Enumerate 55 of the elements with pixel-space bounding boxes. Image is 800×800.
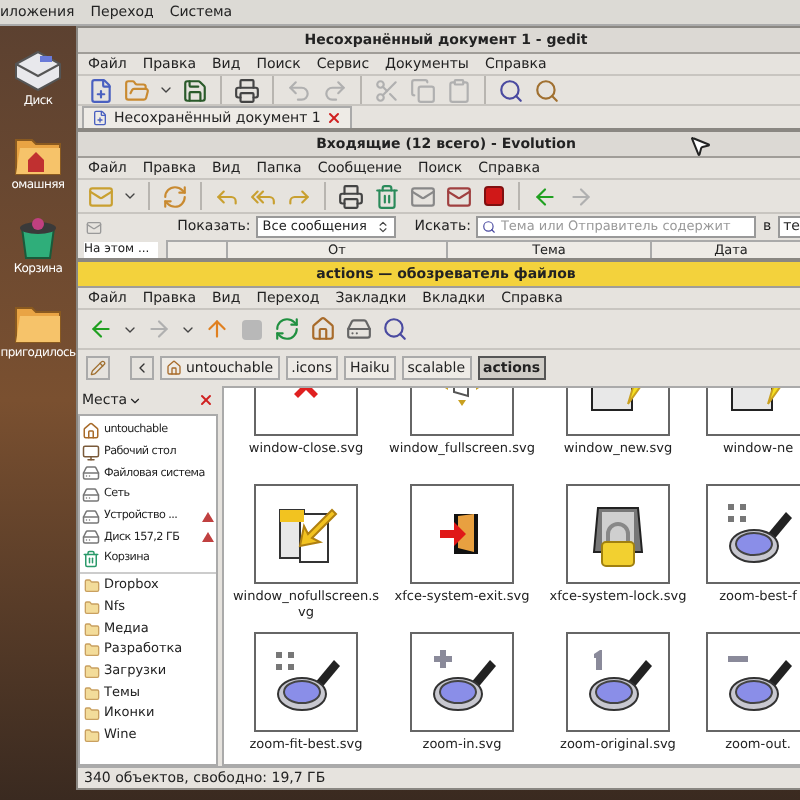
- caret-icon[interactable]: [158, 82, 174, 98]
- folder-icon: [84, 642, 100, 659]
- drive-icon: [82, 528, 100, 547]
- drive-icon[interactable]: [12, 48, 64, 92]
- folder-icon: [84, 706, 100, 723]
- caret-icon: [127, 393, 142, 407]
- edit-location-icon[interactable]: [86, 356, 110, 380]
- printer-icon[interactable]: [232, 75, 262, 105]
- mouse-pointer-icon: [688, 134, 712, 158]
- drive-icon[interactable]: [344, 314, 374, 344]
- eject-icon[interactable]: [202, 532, 214, 543]
- search-icon[interactable]: [380, 314, 410, 344]
- stop-icon[interactable]: [484, 186, 504, 206]
- folder-icon: [84, 663, 100, 680]
- file-thumbnail[interactable]: [254, 484, 358, 584]
- trash-icon: [82, 549, 100, 568]
- folder-icon: [84, 578, 100, 595]
- trash-icon[interactable]: [372, 181, 402, 211]
- file-thumbnail[interactable]: [410, 632, 514, 732]
- folder-icon: [84, 599, 100, 616]
- save-icon[interactable]: [180, 75, 210, 105]
- junk-icon[interactable]: [408, 181, 438, 211]
- envelope-icon: [86, 219, 102, 235]
- file-thumbnail[interactable]: [410, 484, 514, 584]
- scroll-left-icon[interactable]: [130, 356, 154, 380]
- file-thumbnail[interactable]: [706, 632, 800, 732]
- home-folder-icon[interactable]: [308, 314, 338, 344]
- file-thumbnail[interactable]: [254, 632, 358, 732]
- close-icon[interactable]: [198, 392, 214, 408]
- document-icon: [92, 110, 108, 126]
- monitor-icon: [82, 443, 100, 462]
- drive-icon: [82, 464, 100, 483]
- search-icon[interactable]: [496, 75, 526, 105]
- file-thumbnail[interactable]: [566, 632, 670, 732]
- magnifier-icon: [270, 648, 342, 716]
- eject-icon[interactable]: [202, 511, 214, 522]
- file-thumbnail[interactable]: [566, 484, 670, 584]
- reload-icon[interactable]: [272, 314, 302, 344]
- folder-icon: [84, 621, 100, 638]
- replace-icon[interactable]: [532, 75, 562, 105]
- home-folder-icon: [82, 421, 100, 440]
- folder-icon: [84, 727, 100, 744]
- not-junk-icon[interactable]: [444, 181, 474, 211]
- printer-icon[interactable]: [336, 181, 366, 211]
- home-folder-icon: [166, 360, 182, 376]
- search-icon: [482, 220, 497, 234]
- file-thumbnail[interactable]: [706, 484, 800, 584]
- drive-icon: [82, 485, 100, 504]
- caret-icon[interactable]: [122, 188, 138, 204]
- folder-icon: [84, 685, 100, 702]
- drive-icon: [82, 507, 100, 526]
- magnifier-icon: [722, 500, 794, 568]
- new-document-icon[interactable]: [86, 75, 116, 105]
- close-icon[interactable]: [326, 110, 343, 126]
- spinner-arrows-icon: [375, 220, 390, 234]
